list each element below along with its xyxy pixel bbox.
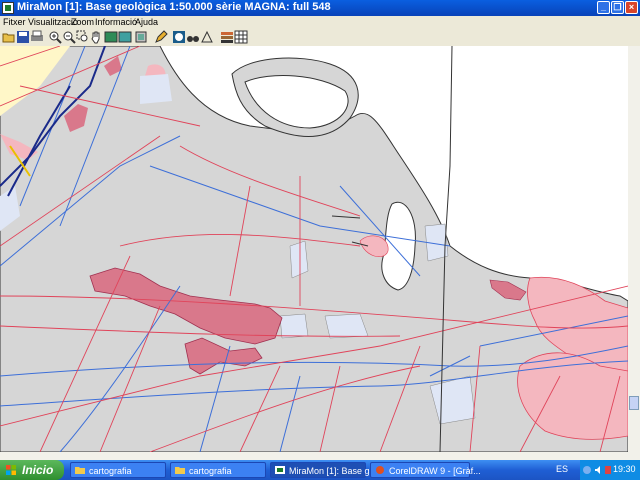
previous-view-icon[interactable] <box>118 30 132 44</box>
scroll-thumb[interactable] <box>629 396 639 410</box>
clock: 19:30 <box>613 464 636 474</box>
miramon-app-icon[interactable] <box>2 2 14 14</box>
folder-icon <box>75 467 85 474</box>
binoculars-icon[interactable] <box>186 30 200 44</box>
zoom-window-icon[interactable] <box>76 30 90 44</box>
toolbar <box>0 28 640 47</box>
menu-informacio[interactable]: Informació <box>95 16 137 28</box>
close-button[interactable]: × <box>625 1 638 14</box>
task-cartografia-2[interactable]: cartografia <box>170 462 266 478</box>
horizontal-scrollbar[interactable] <box>0 452 640 460</box>
menu-zoom[interactable]: Zoom <box>71 16 94 28</box>
open-icon[interactable] <box>2 30 16 44</box>
menu-fitxer[interactable]: Fitxer <box>3 16 26 28</box>
print-icon[interactable] <box>30 30 44 44</box>
legend-icon[interactable] <box>220 30 234 44</box>
maximize-button[interactable]: ❐ <box>611 1 624 14</box>
menu-ajuda[interactable]: Ajuda <box>135 16 158 28</box>
task-miramon[interactable]: MiraMon [1]: Base g... <box>270 462 377 478</box>
title-bar: MiraMon [1]: Base geològica 1:50.000 sèr… <box>0 0 640 16</box>
network-icon[interactable] <box>582 465 592 475</box>
view-all-icon[interactable] <box>104 30 118 44</box>
miramon-icon <box>275 466 285 474</box>
security-icon[interactable] <box>604 465 612 475</box>
language-indicator[interactable]: ES <box>556 464 568 474</box>
coreldraw-icon <box>376 466 384 474</box>
info-icon[interactable] <box>172 30 186 44</box>
query-icon[interactable] <box>200 30 214 44</box>
pencil-icon[interactable] <box>154 30 168 44</box>
layers-icon[interactable] <box>134 30 148 44</box>
save-icon[interactable] <box>16 30 30 44</box>
folder-icon <box>175 467 185 474</box>
minimize-button[interactable]: _ <box>597 1 610 14</box>
volume-icon[interactable] <box>594 465 604 475</box>
windows-flag-icon <box>6 465 16 475</box>
map-canvas[interactable] <box>0 46 628 452</box>
pan-hand-icon[interactable] <box>90 30 104 44</box>
zoom-in-icon[interactable] <box>48 30 62 44</box>
start-label: Inicio <box>22 463 54 477</box>
zoom-out-icon[interactable] <box>62 30 76 44</box>
task-coreldraw[interactable]: CorelDRAW 9 - [Gràf... <box>370 462 481 478</box>
geologic-map[interactable] <box>0 46 628 452</box>
start-button[interactable]: Inicio <box>0 460 64 480</box>
table-icon[interactable] <box>234 30 248 44</box>
menu-bar: Fitxer Visualització Zoom Informació Aju… <box>0 16 640 28</box>
taskbar: Inicio cartografia cartografia MiraMon [… <box>0 460 640 480</box>
vertical-scrollbar[interactable] <box>628 46 640 452</box>
window-title: MiraMon [1]: Base geològica 1:50.000 sèr… <box>17 1 331 13</box>
task-cartografia-1[interactable]: cartografia <box>70 462 166 478</box>
